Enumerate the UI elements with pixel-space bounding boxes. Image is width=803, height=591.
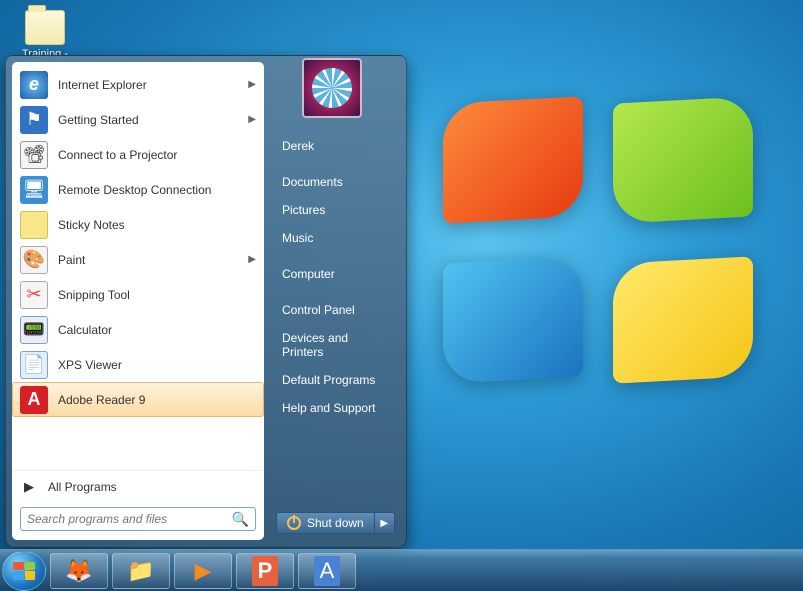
submenu-arrow-icon: ▶ (248, 79, 256, 90)
taskbar-item-explorer[interactable]: 📁 (112, 553, 170, 589)
all-programs-button[interactable]: ▶ All Programs (12, 470, 264, 503)
start-item-label: Internet Explorer (58, 78, 248, 92)
submenu-arrow-icon: ▶ (248, 254, 256, 265)
powerpoint-icon: P (252, 556, 279, 586)
start-item-calc[interactable]: 📟 Calculator (12, 312, 264, 347)
search-icon: 🔍 (232, 511, 249, 528)
start-item-label: Adobe Reader 9 (58, 393, 256, 407)
start-item-label: Paint (58, 253, 248, 267)
start-item-ie[interactable]: Internet Explorer▶ (12, 67, 264, 102)
adobe-icon: A (20, 386, 48, 414)
shutdown-label: Shut down (307, 516, 364, 530)
word-icon: A (314, 556, 341, 586)
right-item-music[interactable]: Music (276, 224, 396, 252)
rdc-icon: 🖥 (20, 176, 48, 204)
all-programs-label: All Programs (48, 480, 117, 494)
right-item-help-and-support[interactable]: Help and Support (276, 394, 396, 422)
folder-icon (25, 10, 65, 45)
start-menu-left-pane: Internet Explorer▶⚑Getting Started▶📽Conn… (12, 62, 264, 540)
snip-icon: ✂ (20, 281, 48, 309)
start-item-label: Snipping Tool (58, 288, 256, 302)
start-item-label: XPS Viewer (58, 358, 256, 372)
start-item-paint[interactable]: 🎨 Paint▶ (12, 242, 264, 277)
start-item-adobe[interactable]: A Adobe Reader 9 (12, 382, 264, 417)
taskbar-item-firefox[interactable]: 🦊 (50, 553, 108, 589)
shutdown-options-button[interactable]: ▶ (375, 512, 395, 534)
start-button[interactable] (2, 551, 46, 591)
sticky-icon (20, 211, 48, 239)
media-player-icon: ▶ (195, 558, 212, 584)
start-item-label: Getting Started (58, 113, 248, 127)
right-item-control-panel[interactable]: Control Panel (276, 296, 396, 324)
start-item-gs[interactable]: ⚑ Getting Started▶ (12, 102, 264, 137)
right-item-pictures[interactable]: Pictures (276, 196, 396, 224)
firefox-icon: 🦊 (65, 558, 92, 584)
search-box[interactable]: 🔍 (20, 507, 256, 531)
gs-icon: ⚑ (20, 106, 48, 134)
start-item-label: Connect to a Projector (58, 148, 256, 162)
submenu-arrow-icon: ▶ (248, 114, 256, 125)
start-menu-right-pane: Derek DocumentsPicturesMusic Computer Contr… (264, 62, 400, 540)
taskbar: 🦊 📁 ▶ P A (0, 549, 803, 591)
paint-icon: 🎨 (20, 246, 48, 274)
start-menu: Internet Explorer▶⚑Getting Started▶📽Conn… (5, 55, 407, 547)
desktop-folder-training[interactable]: Training - (15, 10, 75, 60)
shutdown-button[interactable]: Shut down (276, 512, 375, 534)
right-item-devices-and-printers[interactable]: Devices and Printers (276, 324, 396, 366)
explorer-icon: 📁 (127, 558, 154, 584)
power-icon (287, 516, 301, 530)
proj-icon: 📽 (20, 141, 48, 169)
windows-logo-wallpaper (443, 100, 753, 380)
taskbar-item-media-player[interactable]: ▶ (174, 553, 232, 589)
start-item-label: Sticky Notes (58, 218, 256, 232)
start-item-label: Remote Desktop Connection (58, 183, 256, 197)
search-input[interactable] (27, 512, 232, 526)
arrow-right-icon: ▶ (24, 479, 34, 495)
ie-icon (20, 71, 48, 99)
xps-icon: 📄 (20, 351, 48, 379)
start-item-sticky[interactable]: Sticky Notes (12, 207, 264, 242)
start-item-proj[interactable]: 📽 Connect to a Projector (12, 137, 264, 172)
right-item-computer[interactable]: Computer (276, 260, 396, 288)
right-item-derek[interactable]: Derek (276, 132, 396, 160)
right-item-documents[interactable]: Documents (276, 168, 396, 196)
start-item-rdc[interactable]: 🖥 Remote Desktop Connection (12, 172, 264, 207)
calc-icon: 📟 (20, 316, 48, 344)
taskbar-item-powerpoint[interactable]: P (236, 553, 294, 589)
start-item-snip[interactable]: ✂ Snipping Tool (12, 277, 264, 312)
start-item-label: Calculator (58, 323, 256, 337)
right-item-default-programs[interactable]: Default Programs (276, 366, 396, 394)
taskbar-item-word[interactable]: A (298, 553, 356, 589)
user-picture[interactable] (302, 58, 362, 118)
start-item-xps[interactable]: 📄 XPS Viewer (12, 347, 264, 382)
